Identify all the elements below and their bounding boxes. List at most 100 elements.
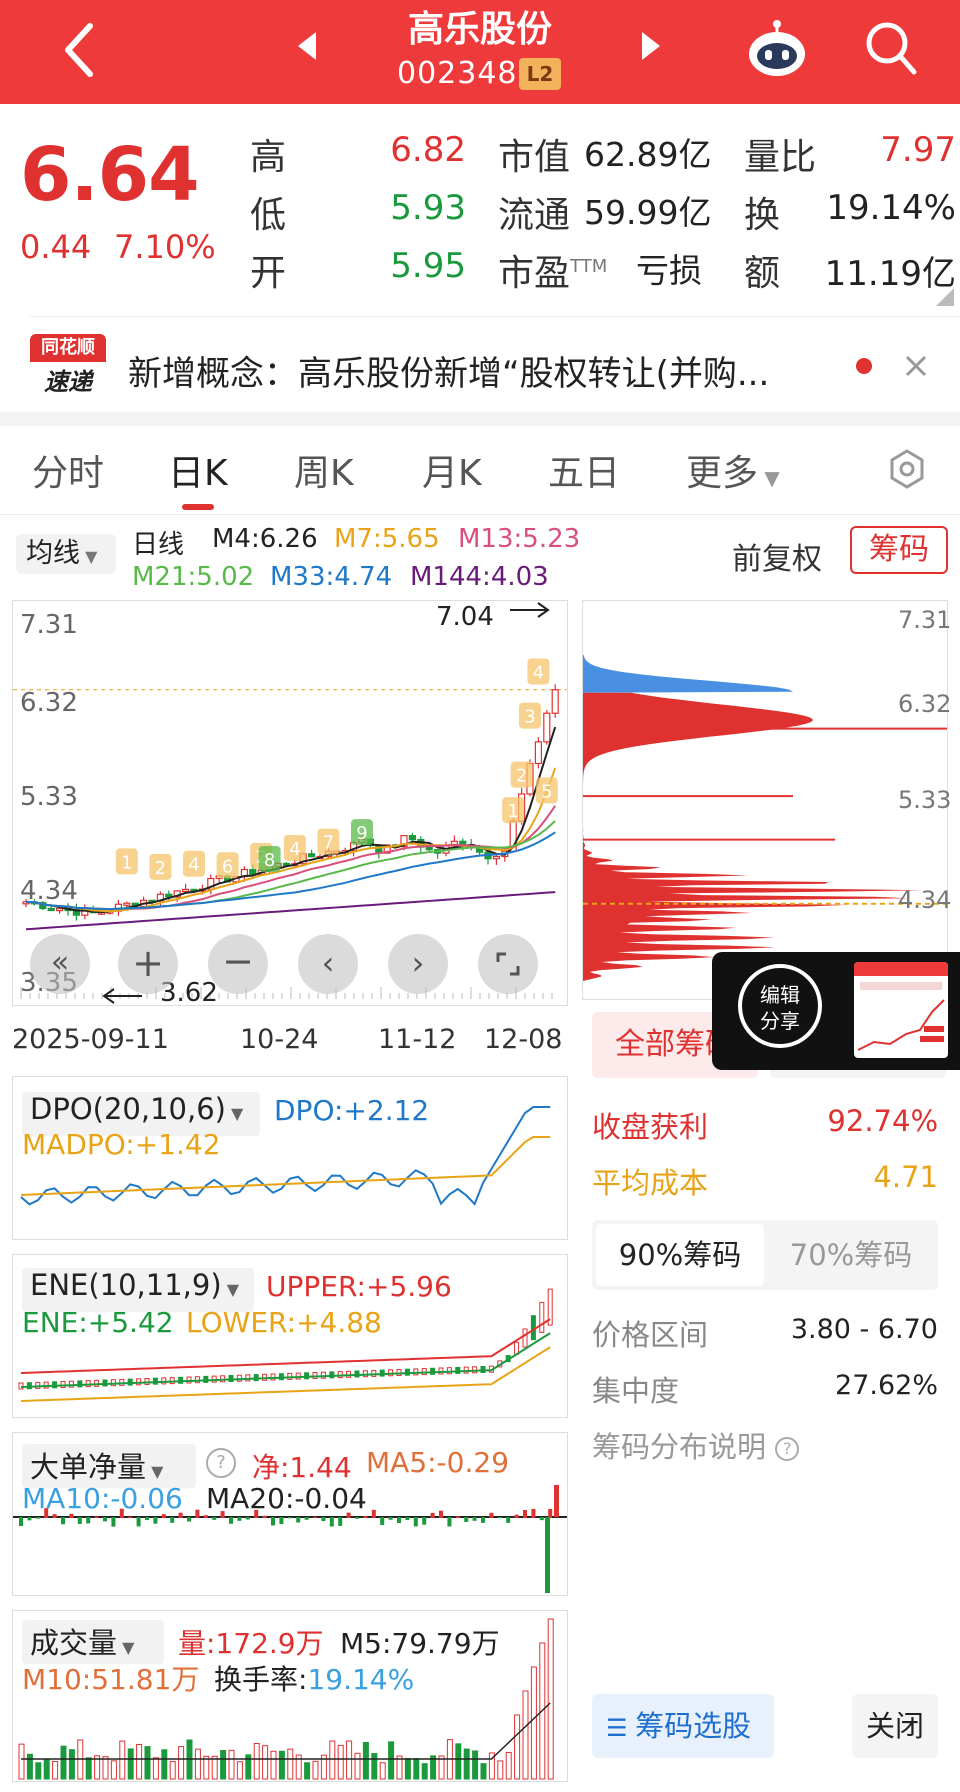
volume-bar bbox=[337, 1744, 344, 1780]
net-bar bbox=[363, 1516, 368, 1518]
volume-bar bbox=[346, 1740, 353, 1780]
chip-y-tick: 4.34 bbox=[898, 886, 952, 914]
volume-bar bbox=[547, 1618, 554, 1780]
net-bar bbox=[195, 1509, 200, 1518]
net-bar bbox=[481, 1517, 485, 1523]
net-bar bbox=[329, 1517, 334, 1527]
level2-badge[interactable]: L2 bbox=[519, 58, 561, 90]
scroll-left-icon[interactable]: ‹ bbox=[298, 934, 358, 994]
net-bar bbox=[405, 1517, 410, 1520]
volume-ma-line bbox=[21, 1702, 551, 1760]
help-icon[interactable]: ? bbox=[206, 1448, 236, 1478]
ths-express-logo: 同花顺 速递 bbox=[30, 334, 106, 396]
tab-monthly-k[interactable]: 月K bbox=[422, 444, 482, 496]
net-bar bbox=[203, 1515, 208, 1518]
news-headline[interactable]: 新增概念：高乐股份新增“股权转让(并购... bbox=[128, 346, 769, 395]
float-label: 流通 bbox=[498, 195, 571, 236]
net-bar bbox=[497, 1517, 502, 1519]
open-label: 开 bbox=[250, 253, 287, 294]
unread-dot bbox=[856, 358, 872, 374]
volume-bar bbox=[152, 1757, 159, 1780]
volume-bar bbox=[497, 1760, 504, 1780]
divider bbox=[0, 514, 960, 515]
share-overlay[interactable]: 编辑 分享 bbox=[712, 952, 960, 1070]
signal-marker-number: 4 bbox=[533, 662, 544, 683]
scroll-right-icon[interactable]: › bbox=[388, 934, 448, 994]
adjust-type[interactable]: 前复权 bbox=[732, 534, 822, 578]
chip-stock-picker-button[interactable]: ☰ 筹码选股 bbox=[592, 1694, 774, 1758]
tab-more[interactable]: 更多 ▼ bbox=[686, 444, 780, 496]
volume-bar bbox=[522, 1690, 529, 1780]
net-bar bbox=[86, 1517, 91, 1524]
chips-toggle-button[interactable]: 筹码 bbox=[850, 526, 948, 574]
chip-explain-link[interactable]: 筹码分布说明 ? bbox=[592, 1424, 800, 1466]
volume-ratio-value: 7.97 bbox=[880, 130, 956, 170]
candle-body bbox=[543, 712, 551, 743]
period-label: 日线 bbox=[132, 530, 185, 560]
signal-marker-number: 2 bbox=[155, 858, 166, 879]
next-stock-icon[interactable] bbox=[638, 30, 662, 62]
net-bar bbox=[262, 1515, 267, 1518]
tab-intraday[interactable]: 分时 bbox=[32, 444, 104, 496]
signal-marker-number: 4 bbox=[188, 855, 199, 876]
net-bar bbox=[77, 1517, 82, 1524]
pct90-button[interactable]: 90%筹码 bbox=[596, 1224, 764, 1286]
price-change: 0.44 bbox=[20, 228, 92, 266]
net-bar bbox=[35, 1517, 40, 1519]
volume-bar bbox=[68, 1749, 75, 1780]
robot-assistant-icon[interactable] bbox=[746, 16, 808, 78]
volume-bar bbox=[455, 1743, 462, 1780]
candle-body bbox=[551, 689, 559, 714]
edit-share-button[interactable]: 编辑 分享 bbox=[738, 964, 822, 1048]
amount-value: 11.19亿 bbox=[824, 254, 956, 294]
volume-bar bbox=[169, 1761, 176, 1780]
rewind-icon[interactable]: « bbox=[30, 934, 90, 994]
volume-bar bbox=[43, 1759, 50, 1780]
volume-bar bbox=[413, 1758, 420, 1780]
close-news-icon[interactable] bbox=[902, 352, 930, 380]
y-tick-label: 6.32 bbox=[20, 688, 78, 718]
ma21-value: M21:5.02 bbox=[132, 562, 255, 592]
volume-bar bbox=[127, 1748, 134, 1780]
tab-daily-k[interactable]: 日K bbox=[168, 444, 228, 496]
net-bar bbox=[296, 1517, 301, 1523]
net-bar bbox=[472, 1517, 477, 1521]
settings-icon[interactable] bbox=[886, 448, 928, 490]
tab-weekly-k[interactable]: 周K bbox=[294, 444, 354, 496]
volume-bar bbox=[472, 1750, 479, 1780]
chip-profile-red bbox=[583, 692, 923, 981]
search-icon[interactable] bbox=[862, 18, 918, 78]
ma-indicator-dropdown[interactable]: 均线 ▼ bbox=[16, 534, 116, 574]
signal-marker-number: 7 bbox=[323, 833, 334, 854]
volume-bar bbox=[362, 1742, 369, 1780]
turnover-value: 19.14% bbox=[826, 188, 956, 228]
y-tick-label: 5.33 bbox=[20, 782, 78, 812]
signal-marker-number: 9 bbox=[356, 823, 367, 844]
profit-value: 92.74% bbox=[827, 1104, 938, 1138]
volume-bar bbox=[329, 1740, 336, 1780]
zoom-in-icon[interactable]: + bbox=[118, 934, 178, 994]
stock-name: 高乐股份 bbox=[407, 9, 552, 50]
screenshot-thumbnail[interactable] bbox=[854, 962, 948, 1058]
app-header: 高乐股份 002348 L2 bbox=[0, 0, 960, 104]
mcap-label: 市值 bbox=[498, 137, 571, 178]
chip-y-tick: 5.33 bbox=[898, 786, 952, 814]
expand-corner-icon[interactable] bbox=[936, 288, 954, 306]
net-bar bbox=[19, 1517, 23, 1527]
chip-distribution-panel bbox=[582, 600, 948, 1000]
pct70-button[interactable]: 70%筹码 bbox=[768, 1224, 934, 1286]
candle-body bbox=[308, 853, 316, 858]
turnover-label: 换 bbox=[744, 195, 781, 236]
candle-body bbox=[492, 855, 500, 860]
chart-controls: « + − ‹ › bbox=[18, 934, 558, 1000]
volume-bar bbox=[119, 1740, 126, 1780]
net-bar bbox=[514, 1514, 519, 1518]
tab-five-day[interactable]: 五日 bbox=[548, 444, 620, 496]
candle-body bbox=[408, 835, 416, 841]
net-bar bbox=[153, 1517, 158, 1524]
volume-bar bbox=[102, 1756, 109, 1780]
zoom-out-icon[interactable]: − bbox=[208, 934, 268, 994]
fullscreen-icon[interactable] bbox=[478, 934, 538, 994]
date-label: 10-24 bbox=[240, 1024, 319, 1055]
close-chips-button[interactable]: 关闭 bbox=[852, 1694, 938, 1758]
